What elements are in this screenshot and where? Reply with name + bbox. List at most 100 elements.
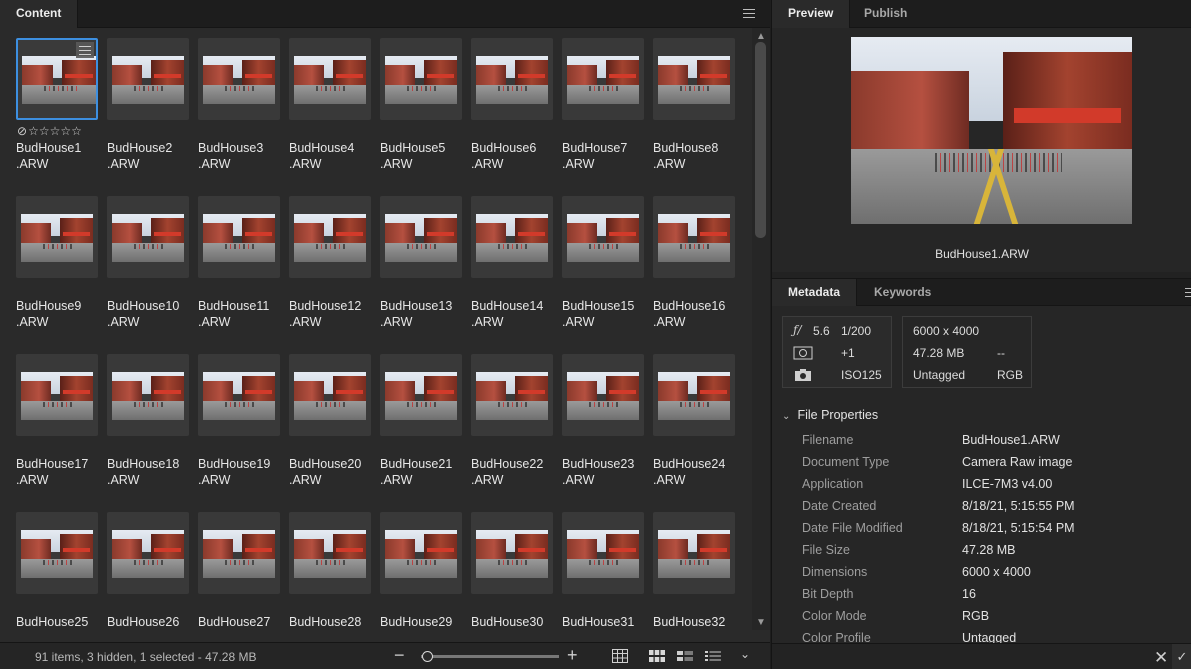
thumbnail-item[interactable]: BudHouse24 .ARW bbox=[653, 344, 744, 502]
thumbnail-frame[interactable] bbox=[107, 38, 189, 120]
property-value[interactable]: RGB bbox=[962, 609, 989, 623]
property-value[interactable]: 8/18/21, 5:15:54 PM bbox=[962, 521, 1075, 535]
slider-knob[interactable] bbox=[422, 651, 433, 662]
thumbnail-frame[interactable] bbox=[562, 196, 644, 278]
tab-keywords[interactable]: Keywords bbox=[858, 279, 947, 307]
thumbnail-item[interactable]: BudHouse9 .ARW bbox=[16, 186, 107, 344]
thumbnail-item[interactable]: BudHouse23 .ARW bbox=[562, 344, 653, 502]
thumbnail-frame[interactable] bbox=[198, 354, 280, 436]
thumbnail-frame[interactable] bbox=[289, 354, 371, 436]
preview-image[interactable] bbox=[851, 37, 1132, 224]
panel-menu-icon[interactable] bbox=[743, 9, 755, 18]
thumbnail-item[interactable]: BudHouse29 bbox=[380, 502, 471, 642]
thumbnail-item[interactable]: BudHouse17 .ARW bbox=[16, 344, 107, 502]
thumbnail-size-slider[interactable] bbox=[421, 655, 559, 658]
chevron-down-icon[interactable]: ⌄ bbox=[782, 411, 794, 422]
property-value[interactable]: 47.28 MB bbox=[962, 543, 1016, 557]
thumbnail-item[interactable]: BudHouse3 .ARW bbox=[198, 28, 289, 186]
thumbnail-frame[interactable] bbox=[653, 196, 735, 278]
thumbnail-frame[interactable] bbox=[289, 196, 371, 278]
details-view-icon[interactable] bbox=[677, 649, 693, 663]
thumbnail-frame[interactable] bbox=[16, 38, 98, 120]
thumbnail-item[interactable]: BudHouse11 .ARW bbox=[198, 186, 289, 344]
property-value[interactable]: Camera Raw image bbox=[962, 455, 1072, 469]
property-value[interactable]: BudHouse1.ARW bbox=[962, 433, 1060, 447]
thumbnail-frame[interactable] bbox=[16, 512, 98, 594]
zoom-in-icon[interactable]: + bbox=[567, 645, 578, 665]
tab-metadata[interactable]: Metadata bbox=[772, 279, 858, 307]
tab-content[interactable]: Content bbox=[0, 0, 79, 28]
thumbnail-item[interactable]: BudHouse16 .ARW bbox=[653, 186, 744, 344]
thumbnail-frame[interactable] bbox=[107, 354, 189, 436]
vertical-scrollbar[interactable]: ▲ ▼ bbox=[752, 28, 770, 630]
thumbnail-item[interactable]: BudHouse31 bbox=[562, 502, 653, 642]
thumbnail-item[interactable]: BudHouse4 .ARW bbox=[289, 28, 380, 186]
zoom-out-icon[interactable]: − bbox=[394, 645, 405, 665]
thumbnail-item[interactable]: BudHouse7 .ARW bbox=[562, 28, 653, 186]
thumbnail-item[interactable]: BudHouse22 .ARW bbox=[471, 344, 562, 502]
thumbnail-frame[interactable] bbox=[653, 512, 735, 594]
thumbnail-frame[interactable] bbox=[289, 512, 371, 594]
thumbnail-frame[interactable] bbox=[653, 38, 735, 120]
thumbnail-frame[interactable] bbox=[380, 196, 462, 278]
file-properties-header[interactable]: ⌄ File Properties bbox=[782, 408, 878, 422]
thumbnail-frame[interactable] bbox=[198, 196, 280, 278]
star-rating[interactable]: ☆☆☆☆☆ bbox=[28, 124, 82, 138]
thumbnail-frame[interactable] bbox=[198, 512, 280, 594]
scrollbar-thumb[interactable] bbox=[755, 42, 766, 238]
rating-row[interactable]: ⊘☆☆☆☆☆ bbox=[17, 125, 82, 137]
thumbnail-item[interactable]: BudHouse21 .ARW bbox=[380, 344, 471, 502]
view-options-chevron-icon[interactable]: ⌄ bbox=[740, 647, 756, 661]
thumbnail-frame[interactable] bbox=[380, 38, 462, 120]
thumbnail-frame[interactable] bbox=[471, 354, 553, 436]
thumbnail-item[interactable]: BudHouse10 .ARW bbox=[107, 186, 198, 344]
thumbnail-item[interactable]: BudHouse14 .ARW bbox=[471, 186, 562, 344]
thumbnail-frame[interactable] bbox=[471, 196, 553, 278]
thumbnail-item[interactable]: BudHouse19 .ARW bbox=[198, 344, 289, 502]
lock-grid-icon[interactable] bbox=[612, 649, 628, 663]
thumbnail-item[interactable]: BudHouse25 bbox=[16, 502, 107, 642]
thumbnails-view-icon[interactable] bbox=[649, 649, 665, 663]
reject-icon[interactable]: ⊘ bbox=[17, 124, 27, 138]
thumbnail-frame[interactable] bbox=[107, 512, 189, 594]
thumbnail-frame[interactable] bbox=[562, 512, 644, 594]
thumbnail-frame[interactable] bbox=[107, 196, 189, 278]
thumbnail-frame[interactable] bbox=[380, 354, 462, 436]
tab-preview[interactable]: Preview bbox=[772, 0, 851, 28]
thumbnail-item[interactable]: BudHouse32 bbox=[653, 502, 744, 642]
tab-publish[interactable]: Publish bbox=[848, 0, 923, 28]
thumbnail-item[interactable]: BudHouse12 .ARW bbox=[289, 186, 380, 344]
apply-icon[interactable]: ✓ bbox=[1172, 644, 1191, 669]
thumbnail-frame[interactable] bbox=[16, 354, 98, 436]
thumbnail-item[interactable]: BudHouse30 bbox=[471, 502, 562, 642]
thumbnail-frame[interactable] bbox=[471, 512, 553, 594]
thumbnail-frame[interactable] bbox=[562, 38, 644, 120]
property-value[interactable]: 6000 x 4000 bbox=[962, 565, 1031, 579]
thumbnail-item[interactable]: BudHouse20 .ARW bbox=[289, 344, 380, 502]
cancel-icon[interactable]: ✕ bbox=[1154, 648, 1168, 668]
thumbnail-frame[interactable] bbox=[380, 512, 462, 594]
thumbnail-item[interactable]: BudHouse27 bbox=[198, 502, 289, 642]
thumbnail-item[interactable]: BudHouse8 .ARW bbox=[653, 28, 744, 186]
property-value[interactable]: Untagged bbox=[962, 631, 1016, 643]
thumbnail-item[interactable]: BudHouse6 .ARW bbox=[471, 28, 562, 186]
thumbnail-frame[interactable] bbox=[471, 38, 553, 120]
scroll-down-icon[interactable]: ▼ bbox=[756, 617, 766, 628]
thumbnail-frame[interactable] bbox=[198, 38, 280, 120]
thumbnail-item[interactable]: BudHouse15 .ARW bbox=[562, 186, 653, 344]
property-value[interactable]: 16 bbox=[962, 587, 976, 601]
thumbnail-item[interactable]: BudHouse26 bbox=[107, 502, 198, 642]
thumbnail-frame[interactable] bbox=[562, 354, 644, 436]
property-value[interactable]: ILCE-7M3 v4.00 bbox=[962, 477, 1052, 491]
thumbnail-frame[interactable] bbox=[289, 38, 371, 120]
metadata-menu-icon[interactable] bbox=[1185, 288, 1191, 297]
property-value[interactable]: 8/18/21, 5:15:55 PM bbox=[962, 499, 1075, 513]
thumbnail-item[interactable]: BudHouse5 .ARW bbox=[380, 28, 471, 186]
thumbnail-item[interactable]: BudHouse18 .ARW bbox=[107, 344, 198, 502]
list-view-icon[interactable] bbox=[705, 649, 721, 663]
thumbnail-item[interactable]: BudHouse13 .ARW bbox=[380, 186, 471, 344]
thumbnail-item[interactable]: BudHouse28 bbox=[289, 502, 380, 642]
scroll-up-icon[interactable]: ▲ bbox=[756, 31, 766, 42]
thumbnail-frame[interactable] bbox=[653, 354, 735, 436]
thumbnail-item[interactable]: ⊘☆☆☆☆☆ BudHouse1 .ARW bbox=[16, 28, 107, 186]
